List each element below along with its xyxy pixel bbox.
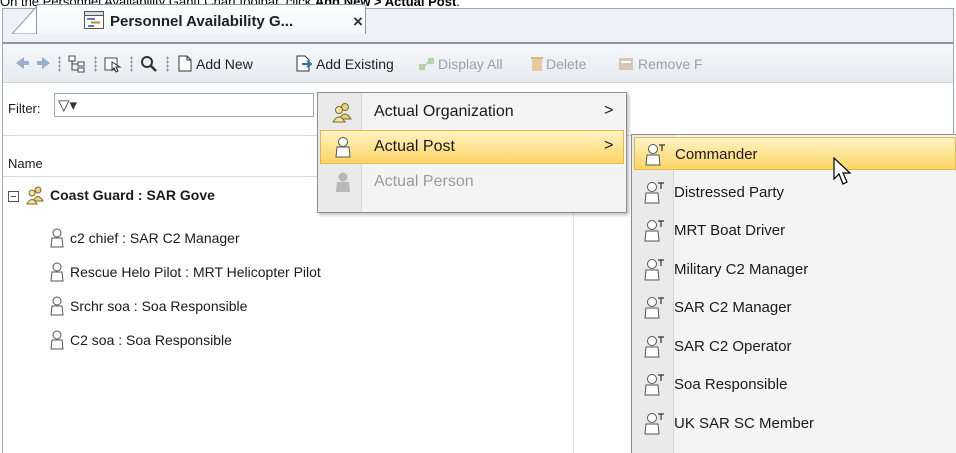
- organization-icon: [332, 101, 354, 123]
- submenu-item-label: Distressed Party: [674, 183, 785, 201]
- submenu-arrow-icon: >: [604, 102, 614, 119]
- tree-row[interactable]: Srchr soa : Soa Responsible: [0, 291, 573, 323]
- add-existing-button[interactable]: Add Existing: [316, 56, 394, 72]
- menu-item-label: Actual Person: [374, 173, 474, 190]
- remove-from-diagram-button: Remove F: [638, 56, 703, 72]
- submenu-item-post[interactable]: Military C2 Manager: [634, 253, 956, 286]
- tab-title: Personnel Availability G...: [110, 13, 294, 30]
- remove-from-diagram-icon: [618, 55, 634, 75]
- menu-item-label: Actual Organization: [374, 103, 514, 120]
- organization-icon: [26, 185, 44, 205]
- delete-button: Delete: [546, 56, 587, 72]
- menu-item-label: Actual Post: [374, 138, 455, 155]
- post-icon: [332, 136, 354, 158]
- post-icon: [48, 296, 66, 316]
- tree-row[interactable]: C2 soa : Soa Responsible: [0, 325, 573, 357]
- submenu-item-label: SAR C2 Manager: [674, 299, 792, 316]
- back-arrow-icon[interactable]: [14, 55, 30, 74]
- menu-item-actual-organization[interactable]: Actual Organization >: [320, 95, 624, 129]
- tree-row-label: Srchr soa : Soa Responsible: [70, 298, 248, 314]
- add-new-button[interactable]: Add New: [196, 56, 253, 72]
- submenu-item-post[interactable]: SAR C2 Operator: [634, 330, 956, 363]
- select-in-browser-icon[interactable]: [104, 55, 122, 76]
- submenu-item-post[interactable]: Distressed Party: [634, 176, 956, 209]
- submenu-item-label: SAR C2 Operator: [674, 337, 792, 355]
- post-type-icon: [644, 143, 666, 167]
- submenu-item-post[interactable]: Soa Responsible: [634, 368, 956, 401]
- submenu-item-post[interactable]: MRT Boat Driver: [634, 214, 956, 247]
- forward-arrow-icon[interactable]: [36, 55, 52, 74]
- tree-root-label: Coast Guard : SAR Gove: [50, 187, 215, 203]
- search-icon[interactable]: [140, 55, 158, 76]
- toolbar-grip: [58, 56, 61, 72]
- display-all-icon: [418, 55, 436, 76]
- tree-row-label: C2 soa : Soa Responsible: [70, 332, 232, 348]
- post-type-icon: [643, 373, 665, 397]
- submenu-item-post[interactable]: Commander: [634, 137, 956, 170]
- tree-row[interactable]: Rescue Helo Pilot : MRT Helicopter Pilot: [0, 257, 573, 289]
- menu-item-actual-person: Actual Person: [320, 165, 624, 199]
- name-column-header[interactable]: Name: [8, 156, 43, 171]
- tree-row-label: c2 chief : SAR C2 Manager: [70, 230, 240, 246]
- toolbar-grip: [130, 56, 133, 72]
- add-existing-icon[interactable]: [296, 55, 313, 75]
- new-document-icon[interactable]: [178, 55, 192, 75]
- display-all-button: Display All: [438, 56, 503, 72]
- filter-funnel-icon[interactable]: ▽▾: [58, 96, 77, 114]
- post-type-icon: [643, 412, 665, 436]
- gantt-chart-icon: [84, 11, 104, 29]
- tree-structure-icon[interactable]: [68, 55, 86, 76]
- submenu-item-label: UK SAR SC Member: [674, 414, 815, 432]
- submenu-arrow-icon: >: [604, 137, 614, 154]
- submenu-item-post[interactable]: SAR C2 Manager: [634, 291, 956, 324]
- post-icon: [48, 228, 66, 248]
- submenu-item-label: Commander: [675, 146, 758, 163]
- toolbar-grip: [166, 56, 169, 72]
- post-type-icon: [643, 335, 665, 359]
- submenu-item-label: Military C2 Manager: [674, 260, 809, 278]
- person-icon: [332, 171, 354, 193]
- mouse-pointer-icon: [833, 157, 853, 187]
- submenu-item-label: MRT Boat Driver: [674, 222, 786, 239]
- post-type-icon: [643, 258, 665, 282]
- post-type-icon: [643, 219, 665, 243]
- post-icon: [48, 262, 66, 282]
- tab-close-button[interactable]: ×: [353, 12, 363, 32]
- actual-post-submenu: Commander Distressed Party MRT Boat Driver…: [631, 134, 956, 453]
- filter-label: Filter:: [8, 101, 41, 116]
- tree-row[interactable]: c2 chief : SAR C2 Manager: [0, 223, 573, 255]
- post-type-icon: [643, 296, 665, 320]
- menu-item-actual-post[interactable]: Actual Post >: [320, 130, 624, 164]
- gantt-area-strip: [574, 175, 631, 453]
- submenu-item-post[interactable]: UK SAR SC Member: [634, 407, 956, 440]
- toolbar-grip: [94, 56, 97, 72]
- add-new-menu: Actual Organization > Actual Post > Actu…: [317, 92, 627, 213]
- tree-row-label: Rescue Helo Pilot : MRT Helicopter Pilot: [70, 264, 321, 280]
- submenu-item-label: Soa Responsible: [674, 376, 788, 393]
- filter-input[interactable]: [54, 93, 314, 117]
- post-icon: [48, 330, 66, 350]
- delete-icon: [530, 55, 544, 75]
- post-type-icon: [643, 181, 665, 205]
